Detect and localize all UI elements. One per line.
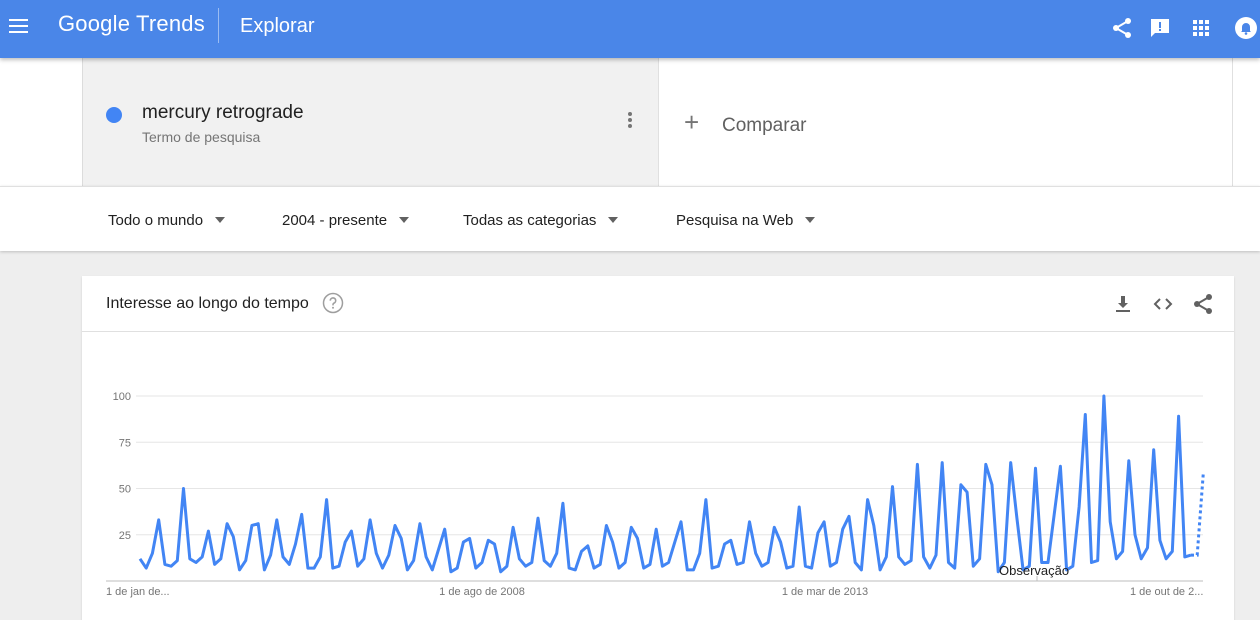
dropdown-arrow-icon: [805, 217, 816, 223]
y-tick-label: 100: [113, 391, 131, 403]
top-app-bar: Google Trends Explorar: [0, 0, 1260, 58]
search-term-card[interactable]: mercury retrograde Termo de pesquisa: [82, 58, 658, 186]
search-term-name[interactable]: mercury retrograde: [142, 102, 304, 124]
term-color-dot: [106, 107, 122, 123]
y-tick-label: 75: [119, 437, 131, 449]
notifications-icon[interactable]: [1234, 16, 1258, 40]
x-tick-label: 1 de mar de 2013: [782, 586, 868, 598]
menu-icon[interactable]: [8, 14, 32, 38]
y-tick-label: 50: [119, 484, 131, 496]
series-line: [138, 394, 1192, 574]
x-tick-label: 1 de ago de 2008: [439, 586, 525, 598]
dropdown-arrow-icon: [215, 217, 226, 223]
category-filter[interactable]: Todas as categorias: [463, 212, 619, 229]
annotation-note: Observação: [999, 563, 1069, 578]
search-term-type: Termo de pesquisa: [142, 129, 261, 145]
header-divider: [218, 8, 219, 43]
compare-label: Comparar: [722, 115, 807, 136]
dropdown-arrow-icon: [608, 217, 619, 223]
apps-icon[interactable]: [1189, 16, 1213, 40]
page-title: Explorar: [240, 15, 315, 37]
x-tick-label: 1 de jan de...: [106, 586, 170, 598]
filter-bar: Todo o mundo 2004 - presente Todas as ca…: [0, 186, 1260, 251]
region-filter-label: Todo o mundo: [108, 212, 204, 229]
category-filter-label: Todas as categorias: [463, 212, 597, 229]
region-filter[interactable]: Todo o mundo: [108, 212, 226, 229]
search-type-filter[interactable]: Pesquisa na Web: [676, 212, 816, 229]
period-filter[interactable]: 2004 - presente: [282, 212, 410, 229]
share-icon[interactable]: [1110, 16, 1134, 40]
dropdown-arrow-icon: [399, 217, 410, 223]
partial-data-line: [1191, 471, 1205, 557]
google-trends-logo[interactable]: Google Trends: [58, 11, 205, 37]
more-vert-icon[interactable]: [623, 112, 637, 132]
feedback-icon[interactable]: [1148, 16, 1172, 40]
search-type-filter-label: Pesquisa na Web: [676, 212, 794, 229]
interest-line-chart[interactable]: 25 50 75 100 1 de jan de... 1 de ago de 2008 1…: [82, 276, 1234, 620]
compare-button[interactable]: + Comparar: [658, 58, 1233, 186]
x-tick-label: 1 de out de 2...: [1130, 586, 1203, 598]
period-filter-label: 2004 - presente: [282, 212, 388, 229]
y-tick-label: 25: [119, 530, 131, 542]
plus-icon: +: [684, 107, 700, 137]
interest-over-time-card: Interesse ao longo do tempo 25 50 75 100 1 d…: [82, 276, 1234, 620]
